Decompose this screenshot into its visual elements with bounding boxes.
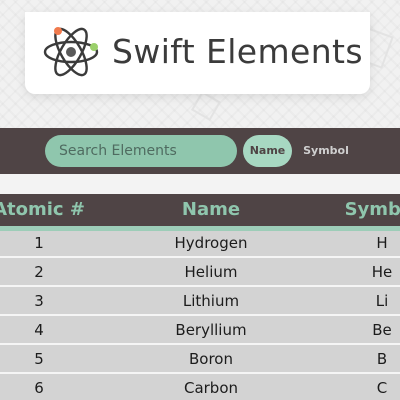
element-name-cell: Boron: [118, 344, 304, 374]
element-name-cell: Beryllium: [118, 315, 304, 345]
toolbar: Name Symbol: [0, 128, 400, 174]
element-symbol-cell: H: [304, 228, 400, 258]
column-header-name[interactable]: Name: [118, 194, 304, 231]
element-symbol-cell: Li: [304, 286, 400, 316]
element-name-cell: Helium: [118, 257, 304, 287]
element-symbol-cell: Be: [304, 315, 400, 345]
search-input[interactable]: [45, 135, 237, 167]
table-row[interactable]: 6 Carbon C: [0, 373, 400, 400]
brand-title: Swift Elements: [112, 32, 363, 71]
elements-table: Atomic # Name Symbol 1 Hydrogen H 2 Heli…: [0, 194, 400, 400]
logo-card: Swift Elements: [25, 12, 370, 94]
atomic-number-cell: 4: [0, 315, 118, 345]
table-row[interactable]: 4 Beryllium Be: [0, 315, 400, 345]
table-row[interactable]: 3 Lithium Li: [0, 286, 400, 316]
header: Swift Elements: [0, 0, 400, 128]
atomic-number-cell: 3: [0, 286, 118, 316]
element-symbol-cell: B: [304, 344, 400, 374]
atomic-number-cell: 1: [0, 228, 118, 258]
element-name-cell: Hydrogen: [118, 228, 304, 258]
element-symbol-cell: He: [304, 257, 400, 287]
atomic-number-cell: 6: [0, 373, 118, 400]
atomic-number-cell: 5: [0, 344, 118, 374]
table-row[interactable]: 5 Boron B: [0, 344, 400, 374]
element-name-cell: Carbon: [118, 373, 304, 400]
atomic-number-cell: 2: [0, 257, 118, 287]
elements-table-container: Atomic # Name Symbol 1 Hydrogen H 2 Heli…: [0, 194, 400, 400]
element-symbol-cell: C: [304, 373, 400, 400]
table-header-row: Atomic # Name Symbol: [0, 194, 400, 231]
element-name-cell: Lithium: [118, 286, 304, 316]
table-row[interactable]: 1 Hydrogen H: [0, 228, 400, 258]
table-row[interactable]: 2 Helium He: [0, 257, 400, 287]
background-triangle-shape: [190, 90, 222, 122]
sort-by-name-button[interactable]: Name: [243, 135, 292, 167]
column-header-atomic-number[interactable]: Atomic #: [0, 194, 118, 231]
atom-icon: [43, 27, 99, 77]
column-header-symbol[interactable]: Symbol: [304, 194, 400, 231]
sort-by-symbol-button[interactable]: Symbol: [300, 135, 352, 167]
